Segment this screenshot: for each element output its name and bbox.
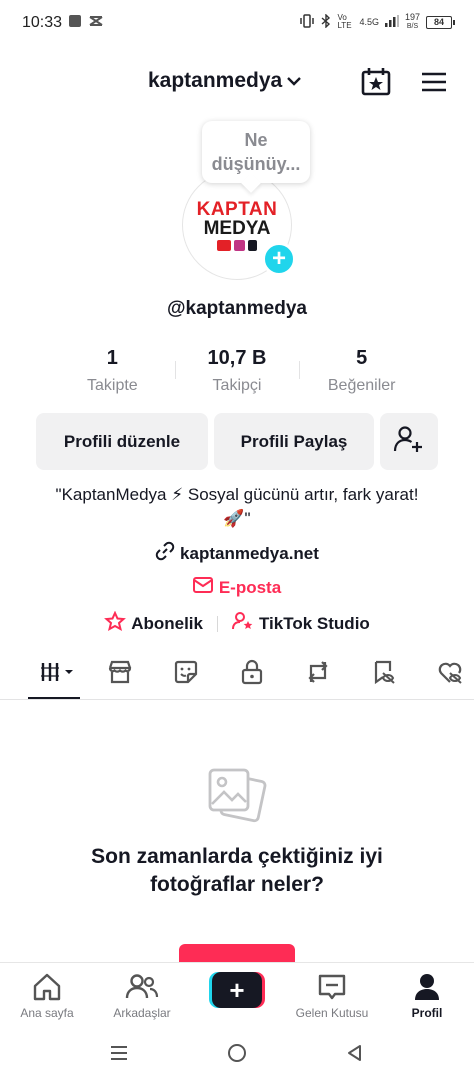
recent-apps-button[interactable]	[106, 1042, 132, 1068]
header-username: kaptanmedya	[148, 69, 283, 92]
profile-stats: 1 Takipte 10,7 B Takipçi 5 Beğeniler	[50, 345, 424, 395]
back-triangle-icon	[345, 1043, 365, 1068]
stat-label: Takipçi	[212, 377, 262, 394]
profile-handle: @kaptanmedya	[167, 298, 307, 319]
net-speed-unit: B/S	[406, 23, 419, 30]
profile-bio: "KaptanMedya ⚡ Sosyal gücünü artır, fark…	[55, 485, 419, 528]
stat-value: 5	[356, 347, 368, 369]
status-time: 10:33	[22, 14, 63, 31]
bluetooth-icon	[321, 13, 331, 30]
nav-label: Arkadaşlar	[113, 1006, 171, 1020]
add-photo-button[interactable]: +	[262, 242, 296, 276]
website-link[interactable]: kaptanmedya.net	[0, 541, 474, 566]
create-post-button[interactable]: +	[209, 972, 265, 1008]
chevron-down-icon	[286, 69, 302, 93]
stat-following[interactable]: 1 Takipte	[50, 345, 175, 395]
back-system-button[interactable]	[342, 1042, 368, 1068]
vibrate-icon	[299, 14, 315, 30]
calendar-star-icon[interactable]	[360, 66, 392, 98]
lte-label: Vo LTE	[337, 13, 352, 30]
stat-label: Beğeniler	[327, 377, 396, 394]
logo-text-line2: MEDYA	[203, 217, 271, 239]
subscription-label: Abonelik	[131, 613, 203, 633]
circle-icon	[226, 1042, 248, 1069]
net-speed: 197	[404, 12, 420, 22]
shop-icon	[106, 658, 134, 691]
empty-state-text: Son zamanlarda çektiğiniz iyi fotoğrafla…	[91, 845, 383, 896]
stat-label: Takipte	[86, 377, 138, 394]
nav-home[interactable]: Ana sayfa	[0, 971, 94, 1020]
hamburger-menu-icon[interactable]	[418, 66, 450, 98]
add-user-icon	[393, 423, 425, 460]
profile-tabs	[0, 650, 474, 700]
account-switcher[interactable]: kaptanmedya	[148, 69, 302, 93]
network-label: 4.5G	[359, 17, 379, 27]
instagram-icon	[234, 239, 245, 251]
videos-grid-icon	[38, 660, 78, 689]
user-star-icon	[231, 611, 254, 636]
capcut-icon	[88, 14, 104, 33]
nav-label: Ana sayfa	[20, 1006, 74, 1020]
battery-icon: 84	[426, 15, 455, 29]
plus-icon: +	[212, 972, 262, 1008]
link-icon	[155, 541, 175, 566]
sticker-icon	[172, 658, 200, 691]
share-profile-button[interactable]: Profili Paylaş	[214, 413, 374, 470]
profile-header: kaptanmedya	[0, 56, 474, 108]
tiktok-icon	[248, 239, 257, 251]
lock-icon	[238, 658, 266, 691]
mail-icon	[192, 577, 213, 598]
menu-lines-icon	[109, 1044, 129, 1067]
inbox-icon	[285, 971, 379, 1003]
nav-profile[interactable]: Profil	[380, 971, 474, 1020]
signal-icon	[384, 15, 399, 29]
creator-links: Abonelik TikTok Studio	[0, 610, 474, 636]
youtube-icon	[217, 239, 231, 251]
email-text: E-posta	[218, 577, 282, 597]
website-text: kaptanmedya.net	[180, 543, 319, 563]
liked-hidden-icon	[436, 658, 464, 691]
photos-icon	[206, 764, 268, 826]
tab-shop[interactable]	[102, 658, 138, 690]
friends-icon	[95, 971, 189, 1003]
tab-favorites[interactable]	[366, 658, 402, 690]
home-system-button[interactable]	[224, 1042, 250, 1068]
stat-likes[interactable]: 5 Beğeniler	[299, 345, 424, 395]
add-friends-button[interactable]	[380, 413, 438, 470]
favorites-hidden-icon	[370, 658, 398, 691]
active-tab-indicator	[28, 697, 80, 699]
app-notification-icon	[68, 14, 82, 33]
stat-value: 1	[106, 347, 118, 369]
edit-profile-button[interactable]: Profili düzenle	[36, 413, 208, 470]
studio-label: TikTok Studio	[258, 613, 370, 633]
nav-inbox[interactable]: Gelen Kutusu	[285, 971, 379, 1020]
avatar-container[interactable]: KAPTAN MEDYA +	[182, 170, 296, 280]
system-navigation	[0, 1030, 474, 1080]
home-icon	[0, 971, 94, 1003]
subscription-link[interactable]: Abonelik	[104, 610, 203, 636]
email-link[interactable]: E-posta	[0, 577, 474, 598]
tab-reposts[interactable]	[300, 658, 336, 690]
nav-label: Profil	[411, 1006, 443, 1020]
tiktok-studio-link[interactable]: TikTok Studio	[231, 611, 370, 636]
logo-text-line1: KAPTAN	[196, 198, 278, 220]
profile-actions: Profili düzenle Profili Paylaş	[36, 413, 438, 470]
bottom-navigation: Ana sayfa Arkadaşlar + Gelen Kutusu Prof…	[0, 962, 474, 1028]
star-outline-icon	[104, 610, 127, 636]
tab-videos[interactable]	[36, 658, 80, 690]
status-bar: 10:33 Vo LTE 4.5G 197 B/S 84	[0, 0, 474, 46]
profile-icon	[380, 971, 474, 1003]
nav-label: Gelen Kutusu	[295, 1006, 369, 1020]
tab-private[interactable]	[234, 658, 270, 690]
tab-stickers[interactable]	[168, 658, 204, 690]
tab-liked[interactable]	[432, 658, 468, 690]
repost-icon	[304, 658, 332, 691]
note-bubble[interactable]: Ne düşünüy...	[202, 121, 310, 183]
stat-followers[interactable]: 10,7 B Takipçi	[174, 345, 300, 395]
stat-value: 10,7 B	[207, 347, 267, 369]
nav-friends[interactable]: Arkadaşlar	[95, 971, 189, 1020]
